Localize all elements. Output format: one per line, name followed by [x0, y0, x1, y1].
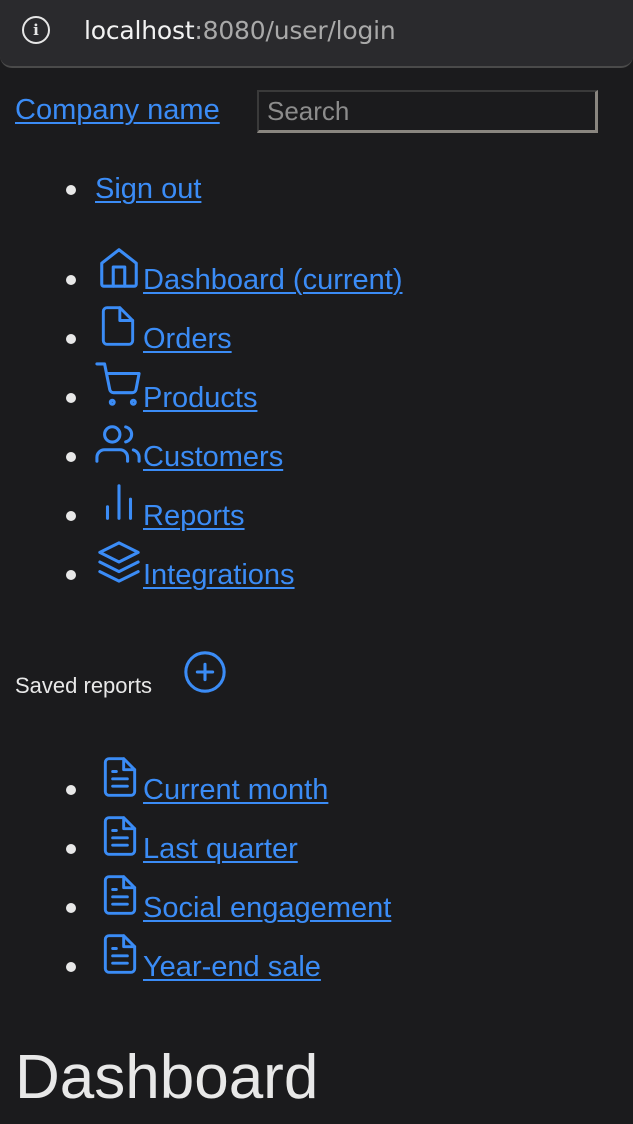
saved-report-link[interactable]: Last quarter [143, 831, 298, 867]
file-text-icon [98, 872, 142, 918]
search-input[interactable] [257, 90, 598, 133]
bullet [66, 903, 76, 913]
bullet [66, 452, 76, 462]
bullet [66, 844, 76, 854]
nav-link-reports[interactable]: Reports [143, 498, 245, 534]
info-icon[interactable]: i [22, 16, 50, 44]
layers-icon [95, 539, 143, 585]
saved-report-link[interactable]: Year-end sale [143, 949, 321, 985]
bullet [66, 393, 76, 403]
bullet [66, 785, 76, 795]
address-bar[interactable]: i localhost:8080/user/login [0, 0, 633, 68]
url-path: :8080/user/login [194, 16, 396, 45]
saved-reports-heading: Saved reports [15, 673, 152, 698]
home-icon [96, 244, 142, 290]
nav-link-orders[interactable]: Orders [143, 321, 232, 357]
saved-report-link[interactable]: Current month [143, 772, 328, 808]
file-text-icon [98, 754, 142, 800]
nav-link-products[interactable]: Products [143, 380, 257, 416]
bullet [66, 334, 76, 344]
shopping-cart-icon [94, 362, 142, 408]
file-text-icon [98, 813, 142, 859]
page-title: Dashboard [15, 1043, 319, 1112]
nav-link-customers[interactable]: Customers [143, 439, 283, 475]
bullet [66, 511, 76, 521]
url-text[interactable]: localhost:8080/user/login [84, 16, 396, 46]
brand-link[interactable]: Company name [15, 92, 220, 128]
users-icon [94, 421, 142, 467]
bullet [66, 275, 76, 285]
plus-circle-icon[interactable] [182, 649, 228, 699]
file-text-icon [98, 931, 142, 977]
url-host: localhost [84, 16, 195, 45]
file-icon [96, 303, 140, 349]
bar-chart-icon [96, 480, 142, 526]
bullet [66, 185, 76, 195]
bullet [66, 962, 76, 972]
sign-out-link[interactable]: Sign out [95, 171, 201, 207]
nav-link-integrations[interactable]: Integrations [143, 557, 295, 593]
saved-report-link[interactable]: Social engagement [143, 890, 391, 926]
nav-link-dashboard[interactable]: Dashboard (current) [143, 262, 403, 298]
bullet [66, 570, 76, 580]
